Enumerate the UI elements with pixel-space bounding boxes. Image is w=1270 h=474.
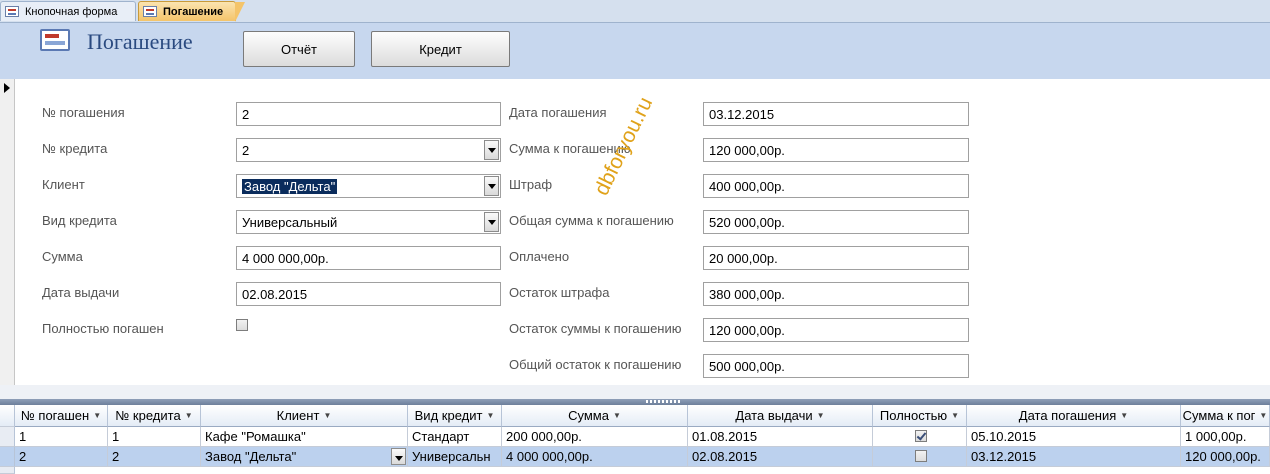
penalty-field[interactable]: 400 000,00р. xyxy=(703,174,969,198)
amount-due-field[interactable]: 120 000,00р. xyxy=(703,138,969,162)
amount-field[interactable]: 4 000 000,00р. xyxy=(236,246,501,270)
total-remaining-label: Общий остаток к погашению xyxy=(509,357,682,372)
repayment-date-field[interactable]: 03.12.2015 xyxy=(703,102,969,126)
sort-filter-icon[interactable]: ▼ xyxy=(486,411,494,420)
column-header-credit-type[interactable]: Вид кредит ▼ xyxy=(408,405,502,427)
sort-filter-icon[interactable]: ▼ xyxy=(613,411,621,420)
table-cell[interactable]: 05.10.2015 xyxy=(967,427,1181,447)
sort-filter-icon[interactable]: ▼ xyxy=(1120,411,1128,420)
column-header-paid-off[interactable]: Полностью ▼ xyxy=(873,405,967,427)
tab-repayment[interactable]: Погашение xyxy=(138,1,245,22)
select-all-corner[interactable] xyxy=(0,405,15,427)
table-cell[interactable]: 2 xyxy=(15,447,108,467)
record-selector[interactable] xyxy=(0,79,15,385)
client-label: Клиент xyxy=(42,177,85,192)
credit-type-value: Универсальный xyxy=(242,215,338,230)
form-header: Погашение Отчёт Кредит xyxy=(0,23,1270,79)
table-cell[interactable]: Универсальн xyxy=(408,447,502,467)
paid-label: Оплачено xyxy=(509,249,570,264)
client-combo[interactable]: Завод "Дельта" xyxy=(236,174,501,198)
table-cell[interactable]: 4 000 000,00р. xyxy=(502,447,688,467)
issue-date-field[interactable]: 02.08.2015 xyxy=(236,282,501,306)
credit-type-label: Вид кредита xyxy=(42,213,117,228)
table-cell[interactable]: 01.08.2015 xyxy=(688,427,873,447)
repayment-number-label: № погашения xyxy=(42,105,125,120)
paid-off-label: Полностью погашен xyxy=(42,321,164,336)
table-cell[interactable]: 1 xyxy=(15,427,108,447)
column-header-credit-number[interactable]: № кредита ▼ xyxy=(108,405,201,427)
sort-filter-icon[interactable]: ▼ xyxy=(1259,411,1267,420)
current-record-arrow-icon xyxy=(4,83,10,93)
table-cell xyxy=(873,447,967,467)
document-tab-strip: Кнопочная форма Погашение xyxy=(0,0,1270,23)
column-header-amount-due[interactable]: Сумма к пог ▼ xyxy=(1181,405,1270,427)
due-remaining-label: Остаток суммы к погашению xyxy=(509,321,682,336)
table-cell[interactable]: Завод "Дельта" xyxy=(201,447,408,467)
penalty-remaining-label: Остаток штрафа xyxy=(509,285,610,300)
sort-filter-icon[interactable]: ▼ xyxy=(93,411,101,420)
table-cell[interactable]: Кафе "Ромашка" xyxy=(201,427,408,447)
total-due-label: Общая сумма к погашению xyxy=(509,213,674,228)
row-selector[interactable] xyxy=(0,467,15,474)
table-cell[interactable]: 02.08.2015 xyxy=(688,447,873,467)
tab-switchboard[interactable]: Кнопочная форма xyxy=(0,1,136,21)
table-cell[interactable]: Стандарт xyxy=(408,427,502,447)
penalty-remaining-field[interactable]: 380 000,00р. xyxy=(703,282,969,306)
form-icon xyxy=(40,29,70,51)
paid-off-checkbox[interactable] xyxy=(915,430,927,442)
table-cell[interactable]: 120 000,00р. xyxy=(1181,447,1270,467)
credit-number-combo[interactable]: 2 xyxy=(236,138,501,162)
due-remaining-field[interactable]: 120 000,00р. xyxy=(703,318,969,342)
sort-filter-icon[interactable]: ▼ xyxy=(185,411,193,420)
form-icon xyxy=(143,6,157,17)
table-cell[interactable]: 2 xyxy=(108,447,201,467)
repayment-number-field[interactable]: 2 xyxy=(236,102,501,126)
table-cell[interactable]: 1 000,00р. xyxy=(1181,427,1270,447)
column-header-amount[interactable]: Сумма ▼ xyxy=(502,405,688,427)
row-selector[interactable] xyxy=(0,427,15,447)
sort-filter-icon[interactable]: ▼ xyxy=(323,411,331,420)
chevron-down-icon[interactable] xyxy=(484,140,499,160)
table-cell xyxy=(873,427,967,447)
chevron-down-icon[interactable] xyxy=(484,176,499,196)
chevron-down-icon[interactable] xyxy=(391,448,406,465)
credit-button[interactable]: Кредит xyxy=(371,31,510,67)
paid-off-checkbox[interactable] xyxy=(236,319,248,331)
issue-date-label: Дата выдачи xyxy=(42,285,120,300)
table-cell[interactable]: 200 000,00р. xyxy=(502,427,688,447)
page-title: Погашение xyxy=(87,29,193,54)
sort-filter-icon[interactable]: ▼ xyxy=(951,411,959,420)
client-value: Завод "Дельта" xyxy=(242,179,338,194)
total-due-field[interactable]: 520 000,00р. xyxy=(703,210,969,234)
tab-label: Погашение xyxy=(163,5,224,18)
tab-label: Кнопочная форма xyxy=(25,5,118,18)
datasheet: № погашен ▼ № кредита ▼ Клиент ▼ Вид кредит… xyxy=(0,405,1270,474)
form-detail: № погашения № кредита Клиент Вид кредита… xyxy=(15,79,1270,385)
sort-filter-icon[interactable]: ▼ xyxy=(817,411,825,420)
table-cell[interactable]: 03.12.2015 xyxy=(967,447,1181,467)
column-header-issue-date[interactable]: Дата выдачи ▼ xyxy=(688,405,873,427)
total-remaining-field[interactable]: 500 000,00р. xyxy=(703,354,969,378)
paid-off-checkbox[interactable] xyxy=(915,450,927,462)
repayment-date-label: Дата погашения xyxy=(509,105,607,120)
paid-field[interactable]: 20 000,00р. xyxy=(703,246,969,270)
amount-label: Сумма xyxy=(42,249,83,264)
table-cell[interactable]: 1 xyxy=(108,427,201,447)
column-header-client[interactable]: Клиент ▼ xyxy=(201,405,408,427)
column-header-repayment-date[interactable]: Дата погашения ▼ xyxy=(967,405,1181,427)
report-button[interactable]: Отчёт xyxy=(243,31,355,67)
row-selector[interactable] xyxy=(0,447,15,467)
credit-number-label: № кредита xyxy=(42,141,108,156)
penalty-label: Штраф xyxy=(509,177,553,192)
splitter-grip-icon[interactable] xyxy=(646,400,680,403)
credit-type-combo[interactable]: Универсальный xyxy=(236,210,501,234)
credit-number-value: 2 xyxy=(242,143,250,158)
column-header-repayment-number[interactable]: № погашен ▼ xyxy=(15,405,108,427)
form-icon xyxy=(5,6,19,17)
chevron-down-icon[interactable] xyxy=(484,212,499,232)
